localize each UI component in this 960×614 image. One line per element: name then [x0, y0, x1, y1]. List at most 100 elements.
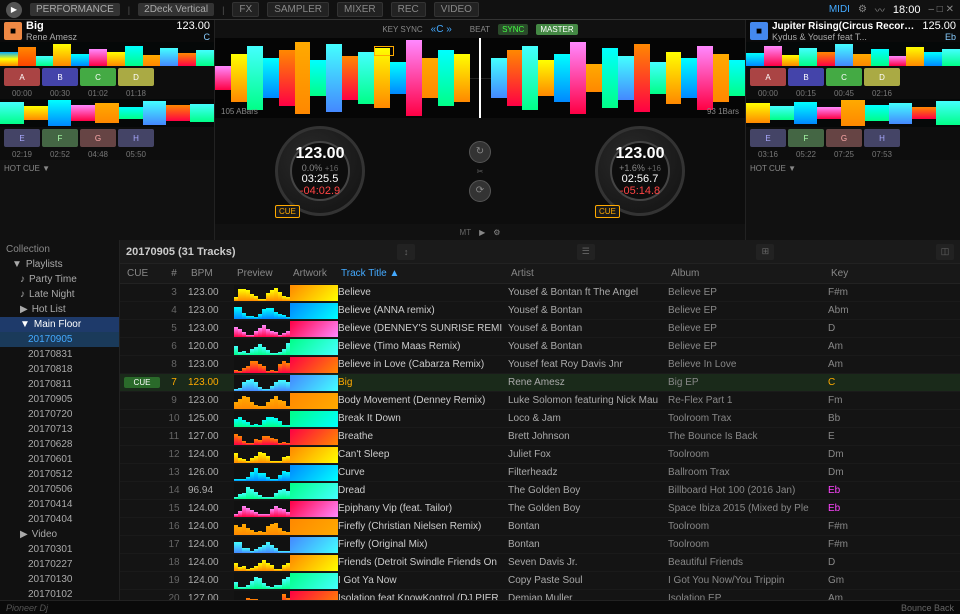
sidebar-item-20170713[interactable]: 20170713	[0, 422, 119, 437]
platter-circle-left[interactable]: 123.00 0.0% +16 03:25.5 -04:02.9	[275, 126, 365, 216]
track-row[interactable]: 20 127.00 Isolation feat KnowKontrol (DJ…	[120, 590, 960, 600]
cue-c-right[interactable]: C	[826, 68, 862, 86]
track-row[interactable]: 14 96.94 Dread The Golden Boy Billboard …	[120, 482, 960, 500]
cue-btn-left[interactable]: CUE	[275, 205, 300, 218]
cue-e-left[interactable]: E	[4, 129, 40, 147]
tool-settings[interactable]: ⚙	[493, 228, 500, 237]
sampler-button[interactable]: SAMPLER	[267, 2, 329, 17]
platter-left[interactable]: 123.00 0.0% +16 03:25.5 -04:02.9 CUE	[275, 126, 365, 216]
track-artwork-13	[290, 519, 338, 535]
cue-g-left[interactable]: G	[80, 129, 116, 147]
cue-b-left[interactable]: B	[42, 68, 78, 86]
sidebar-item-20170905[interactable]: 20170905	[0, 332, 119, 347]
cue-e-right[interactable]: E	[750, 129, 786, 147]
sidebar-item-20170601[interactable]: 20170601	[0, 452, 119, 467]
track-row[interactable]: 6 120.00 Believe (Timo Maas Remix) Youse…	[120, 338, 960, 356]
sidebar-item-mainfloor[interactable]: ▼ Main Floor	[0, 317, 119, 332]
sidebar-item-20170831[interactable]: 20170831	[0, 347, 119, 362]
sidebar-item-hotlist[interactable]: ▶ Hot List	[0, 302, 119, 317]
beat-sync-btn[interactable]: SYNC	[498, 24, 528, 35]
cue-label-7	[124, 418, 160, 420]
track-row[interactable]: 15 124.00 Epiphany Vip (feat. Tailor) Th…	[120, 500, 960, 518]
sidebar-item-20170905b[interactable]: 20170905	[0, 392, 119, 407]
view-btn1[interactable]: ☰	[577, 244, 595, 260]
sidebar-item-video[interactable]: ▶ Video	[0, 527, 119, 542]
cue-d-right[interactable]: D	[864, 68, 900, 86]
cue-d-left[interactable]: D	[118, 68, 154, 86]
track-artwork-14	[290, 537, 338, 553]
track-row[interactable]: 12 124.00 Can't Sleep Juliet Fox Toolroo…	[120, 446, 960, 464]
cue-c-left[interactable]: C	[80, 68, 116, 86]
track-row[interactable]: 8 123.00 Believe in Love (Cabarza Remix)…	[120, 356, 960, 374]
cue-g-right[interactable]: G	[826, 129, 862, 147]
cue-f-right[interactable]: F	[788, 129, 824, 147]
video-button[interactable]: VIDEO	[434, 2, 479, 17]
hotcue-label-left[interactable]: HOT CUE ▼	[4, 164, 50, 173]
track-row[interactable]: 18 124.00 Friends (Detroit Swindle Frien…	[120, 554, 960, 572]
cue-a-left[interactable]: A	[4, 68, 40, 86]
platter-circle-right[interactable]: 123.00 +1.6% +16 02:56.7 -05:14.8	[595, 126, 685, 216]
loop-btn[interactable]: ↻	[469, 141, 491, 163]
hotcue-label-right[interactable]: HOT CUE ▼	[750, 164, 796, 173]
cue-label-1	[124, 310, 160, 312]
track-row[interactable]: 16 124.00 Firefly (Christian Nielsen Rem…	[120, 518, 960, 536]
sidebar-item-20170404[interactable]: 20170404	[0, 512, 119, 527]
settings-icon[interactable]: ⚙	[858, 4, 867, 15]
view-btn2[interactable]: ⊞	[756, 244, 774, 260]
track-row[interactable]: 9 123.00 Body Movement (Denney Remix) Lu…	[120, 392, 960, 410]
sidebar-item-20170811[interactable]: 20170811	[0, 377, 119, 392]
track-row[interactable]: 4 123.00 Believe (ANNA remix) Yousef & B…	[120, 302, 960, 320]
rec-button[interactable]: REC	[391, 2, 426, 17]
cue-b-right[interactable]: B	[788, 68, 824, 86]
col-header-bpm[interactable]: BPM	[188, 268, 234, 279]
cue-h-right[interactable]: H	[864, 129, 900, 147]
sidebar-item-20170506[interactable]: 20170506	[0, 482, 119, 497]
window-controls[interactable]: – □ ✕	[928, 4, 954, 15]
deck-left-waveform	[0, 42, 214, 66]
track-row[interactable]: 10 125.00 Break It Down Loco & Jam Toolr…	[120, 410, 960, 428]
layout-label[interactable]: 2Deck Vertical	[138, 3, 214, 16]
cue-f-left[interactable]: F	[42, 129, 78, 147]
mixer-button[interactable]: MIXER	[337, 2, 383, 17]
sidebar-item-20170720[interactable]: 20170720	[0, 407, 119, 422]
sidebar-item-20170628[interactable]: 20170628	[0, 437, 119, 452]
midi-button[interactable]: MIDI	[829, 4, 850, 15]
track-album-0: Believe EP	[668, 287, 828, 298]
sidebar-item-playlists[interactable]: ▼ Playlists	[0, 257, 119, 272]
sidebar-item-20170301[interactable]: 20170301	[0, 542, 119, 557]
cue-btn-right[interactable]: CUE	[595, 205, 620, 218]
cue-label-13	[124, 526, 160, 528]
track-row[interactable]: 13 126.00 Curve Filterheadz Ballroom Tra…	[120, 464, 960, 482]
tool-play[interactable]: ▶	[479, 228, 485, 237]
sidebar-item-20170414[interactable]: 20170414	[0, 497, 119, 512]
fx-button[interactable]: FX	[232, 2, 259, 17]
key-sync-val[interactable]: «C »	[431, 24, 452, 35]
platter-right[interactable]: 123.00 +1.6% +16 02:56.7 -05:14.8 CUE	[595, 126, 685, 216]
sidebar-item-latenight[interactable]: ♪ Late Night	[0, 287, 119, 302]
sort-btn[interactable]: ↕	[397, 244, 415, 260]
cue-a-right[interactable]: A	[750, 68, 786, 86]
cue-h-left[interactable]: H	[118, 129, 154, 147]
sidebar-item-partytime[interactable]: ♪ Party Time	[0, 272, 119, 287]
sidebar-item-20170102[interactable]: 20170102	[0, 587, 119, 600]
cue-label-4	[124, 364, 160, 366]
sidebar-item-20170130[interactable]: 20170130	[0, 572, 119, 587]
track-row[interactable]: 3 123.00 Believe Yousef & Bontan ft The …	[120, 284, 960, 302]
performance-label[interactable]: PERFORMANCE	[30, 3, 120, 16]
track-row[interactable]: 5 123.00 Believe (DENNEY'S SUNRISE REMI …	[120, 320, 960, 338]
track-bpm-4: 123.00	[188, 359, 234, 370]
sidebar-item-20170818[interactable]: 20170818	[0, 362, 119, 377]
track-row[interactable]: 11 127.00 Breathe Brett Johnson The Boun…	[120, 428, 960, 446]
cue-time2-0: 02:19	[4, 150, 40, 159]
track-artist-8: Brett Johnson	[508, 431, 668, 442]
master-btn[interactable]: MASTER	[536, 24, 577, 35]
track-row[interactable]: 19 124.00 I Got Ya Now Copy Paste Soul I…	[120, 572, 960, 590]
beat-sync-label: BEAT	[470, 25, 490, 34]
sync-btn[interactable]: ⟳	[469, 180, 491, 202]
col-header-title[interactable]: Track Title ▲	[338, 268, 508, 279]
view-btn3[interactable]: ◫	[936, 244, 954, 260]
sidebar-item-20170512[interactable]: 20170512	[0, 467, 119, 482]
sidebar-item-20170227[interactable]: 20170227	[0, 557, 119, 572]
track-row[interactable]: 17 124.00 Firefly (Original Mix) Bontan …	[120, 536, 960, 554]
track-row[interactable]: CUE 7 123.00 Big Rene Amesz Big EP C	[120, 374, 960, 392]
